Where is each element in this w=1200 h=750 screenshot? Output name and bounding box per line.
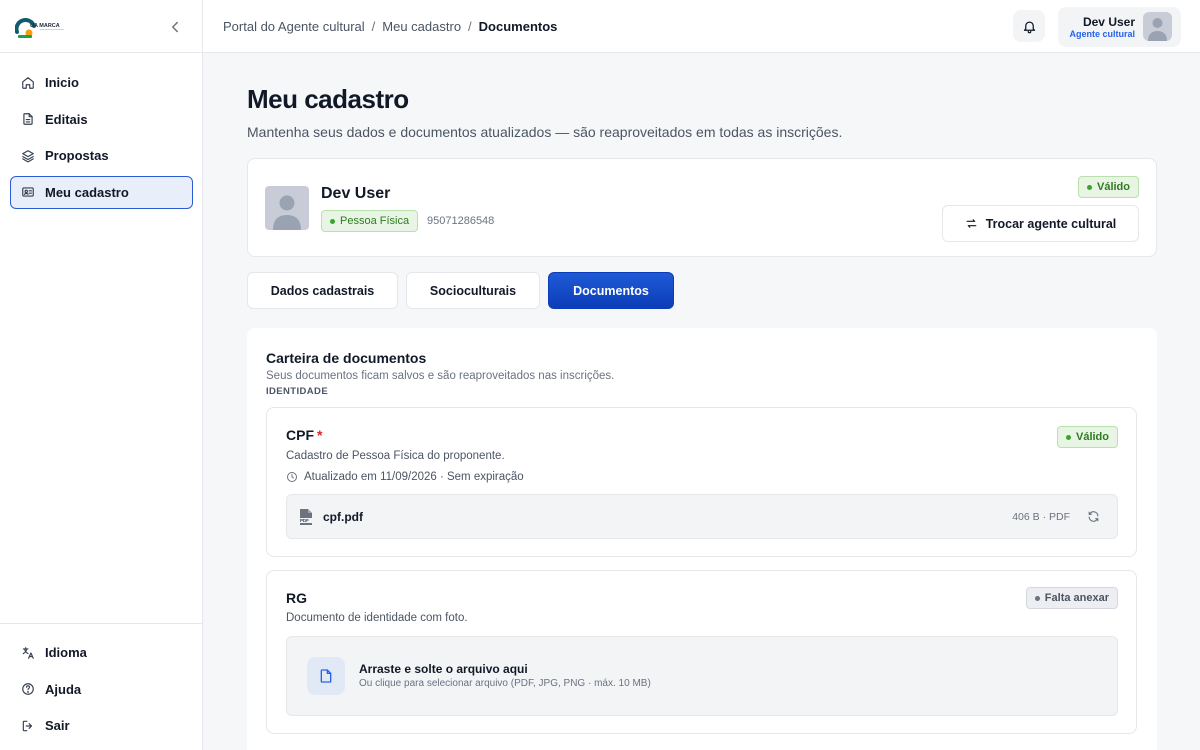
sidebar-header: UA MARCA xyxy=(0,0,202,53)
dropzone-title: Arraste e solte o arquivo aqui xyxy=(359,662,528,676)
sidebar-item-ajuda[interactable]: Ajuda xyxy=(10,673,193,706)
person-type-label: Pessoa Física xyxy=(340,215,410,227)
tab-dados-cadastrais[interactable]: Dados cadastrais xyxy=(247,272,398,309)
status-label: Válido xyxy=(1096,181,1130,193)
status-dot-icon xyxy=(330,218,335,224)
document-name: RG xyxy=(286,590,307,606)
profile-id-number: 95071286548 xyxy=(427,215,495,227)
status-dot-icon xyxy=(1086,184,1092,190)
pdf-file-icon: PDF xyxy=(299,509,313,525)
document-description: Cadastro de Pessoa Física do proponente. xyxy=(286,450,505,462)
breadcrumb-current: Documentos xyxy=(478,19,558,34)
avatar xyxy=(1143,12,1172,41)
breadcrumb-separator: / xyxy=(468,19,472,34)
breadcrumb-link-meu-cadastro[interactable]: Meu cadastro xyxy=(382,19,461,34)
document-card-rg: RG Documento de identidade com foto. Fal… xyxy=(266,570,1137,734)
sidebar-item-label: Meu cadastro xyxy=(45,184,129,200)
document-updated-info: Atualizado em 11/09/2026 · Sem expiração xyxy=(286,471,524,483)
sidebar-item-inicio[interactable]: Inicio xyxy=(10,66,193,99)
page-title: Meu cadastro xyxy=(247,84,409,114)
profile-card: Dev User Pessoa Física 95071286548 Válid… xyxy=(247,158,1157,257)
sidebar-footer: Idioma Ajuda Sair xyxy=(0,623,203,750)
notifications-button[interactable] xyxy=(1013,10,1045,42)
tab-socioculturais[interactable]: Socioculturais xyxy=(406,272,540,309)
sidebar-item-label: Editais xyxy=(45,111,88,127)
top-header: Portal do Agente cultural / Meu cadastro… xyxy=(203,0,1200,53)
status-dot-icon xyxy=(1034,595,1040,601)
user-menu-button[interactable]: Dev User Agente cultural xyxy=(1058,7,1181,47)
status-dot-icon xyxy=(1065,434,1071,440)
breadcrumb-separator: / xyxy=(371,19,376,34)
sidebar-item-label: Ajuda xyxy=(45,681,82,697)
person-type-badge: Pessoa Física xyxy=(321,210,419,232)
clock-icon xyxy=(287,472,297,482)
swap-arrows-icon xyxy=(966,219,977,228)
breadcrumb-link-portal[interactable]: Portal do Agente cultural xyxy=(223,19,365,34)
status-label: Falta anexar xyxy=(1044,592,1109,604)
avatar xyxy=(265,186,309,230)
tab-bar: Dados cadastrais Socioculturais Document… xyxy=(247,272,674,309)
document-updated-text: Atualizado em 11/09/2026 · Sem expiração xyxy=(304,471,524,483)
upload-file-icon xyxy=(307,657,345,695)
status-badge: Válido xyxy=(1077,176,1139,198)
sidebar-item-sair[interactable]: Sair xyxy=(10,709,193,742)
document-description: Documento de identidade com foto. xyxy=(286,612,468,624)
sidebar-item-label: Inicio xyxy=(45,75,79,90)
bell-icon xyxy=(1023,21,1035,33)
swap-agent-label: Trocar agente cultural xyxy=(985,216,1117,231)
user-name: Dev User xyxy=(1082,15,1135,29)
status-badge: Falta anexar xyxy=(1025,587,1118,609)
sidebar-item-propostas[interactable]: Propostas xyxy=(10,139,193,172)
file-dropzone[interactable]: Arraste e solte o arquivo aqui Ou clique… xyxy=(286,636,1118,716)
sidebar-item-label: Sair xyxy=(45,718,70,734)
file-meta: 406 B · PDF xyxy=(1012,511,1070,523)
file-name[interactable]: cpf.pdf xyxy=(323,510,363,524)
refresh-icon[interactable] xyxy=(1087,510,1100,523)
dropzone-hint: Ou clique para selecionar arquivo (PDF, … xyxy=(359,678,651,689)
sidebar-item-editais[interactable]: Editais xyxy=(10,103,193,136)
sidebar-item-label: Propostas xyxy=(45,148,109,164)
layers-icon xyxy=(22,149,34,163)
home-icon xyxy=(22,76,34,89)
document-name-text: CPF xyxy=(286,427,314,443)
attached-file-row[interactable]: PDF cpf.pdf 406 B · PDF xyxy=(286,494,1118,539)
document-name: CPF * xyxy=(286,427,322,443)
sidebar-item-label: Idioma xyxy=(45,645,87,660)
translate-icon xyxy=(22,646,34,659)
documents-title: Carteira de documentos xyxy=(266,350,427,366)
help-circle-icon xyxy=(22,683,34,695)
user-silhouette-icon xyxy=(273,195,301,230)
profile-name: Dev User xyxy=(321,185,391,202)
logo-text: UA MARCA xyxy=(30,23,60,29)
status-label: Válido xyxy=(1075,431,1109,443)
documents-panel: Carteira de documentos Seus documentos f… xyxy=(247,328,1157,750)
tab-documentos[interactable]: Documentos xyxy=(548,272,674,309)
required-mark: * xyxy=(317,427,323,443)
sidebar: UA MARCA Inicio Editais Propostas Meu ca… xyxy=(0,0,203,750)
id-card-icon xyxy=(22,187,34,197)
brand-logo-icon[interactable]: UA MARCA xyxy=(15,18,75,40)
file-icon xyxy=(320,669,332,683)
document-card-cpf: CPF * Cadastro de Pessoa Física do propon… xyxy=(266,407,1137,557)
chevron-left-icon[interactable] xyxy=(166,18,184,36)
sidebar-item-idioma[interactable]: Idioma xyxy=(10,636,193,669)
logout-icon xyxy=(22,720,33,731)
breadcrumb: Portal do Agente cultural / Meu cadastro… xyxy=(223,19,557,34)
sidebar-nav: Inicio Editais Propostas Meu cadastro xyxy=(10,66,193,212)
swap-agent-button[interactable]: Trocar agente cultural xyxy=(942,205,1139,242)
section-label: IDENTIDADE xyxy=(266,386,329,397)
page-subtitle: Mantenha seus dados e documentos atualiz… xyxy=(247,124,843,140)
user-silhouette-icon xyxy=(1148,18,1167,41)
sidebar-item-meu-cadastro[interactable]: Meu cadastro xyxy=(10,175,193,209)
status-badge: Válido xyxy=(1056,426,1118,448)
document-name-text: RG xyxy=(286,590,307,606)
pdf-icon-label: PDF xyxy=(300,518,309,523)
documents-subtitle: Seus documentos ficam salvos e são reapr… xyxy=(266,370,615,382)
user-role: Agente cultural xyxy=(1069,29,1135,39)
document-icon xyxy=(23,113,33,125)
